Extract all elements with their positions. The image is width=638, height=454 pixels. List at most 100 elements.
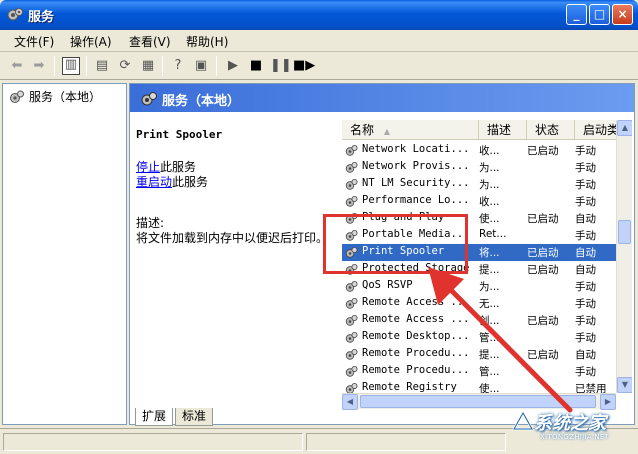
- table-row[interactable]: Network Provis... 为... 手动: [342, 159, 616, 176]
- watermark-text: 系统之家: [534, 413, 606, 434]
- services-gear-icon: [10, 90, 24, 103]
- restart-service-line: 重启动此服务: [136, 173, 208, 190]
- column-header-description[interactable]: 描述: [479, 120, 527, 140]
- scroll-down-icon[interactable]: ▼: [617, 377, 632, 393]
- restart-service-icon[interactable]: ■▶: [293, 57, 315, 75]
- watermark-emblem-icon: [511, 410, 535, 431]
- service-gear-icon: [345, 281, 358, 292]
- service-gear-icon: [345, 332, 358, 343]
- table-row[interactable]: NT LM Security... 为... 手动: [342, 176, 616, 193]
- column-header-label: 名称: [350, 123, 375, 137]
- menu-file[interactable]: 文件(F): [14, 33, 54, 50]
- refresh-icon[interactable]: ⟳: [116, 57, 134, 75]
- watermark-url: XITONGZHIJIA.NET: [540, 433, 610, 441]
- cell-status: 已启动: [527, 247, 559, 259]
- view-tabs: 扩展 标准: [129, 408, 429, 426]
- cell-startup-type: 手动: [575, 281, 596, 293]
- cell-description: 为...: [479, 179, 500, 191]
- restart-service-suffix: 此服务: [172, 175, 209, 189]
- menu-help[interactable]: 帮助(H): [186, 33, 228, 50]
- window-title: 服务: [28, 10, 55, 25]
- cell-startup-type: 手动: [575, 332, 596, 344]
- service-gear-icon: [345, 196, 358, 207]
- back-arrow-icon[interactable]: ⬅: [8, 57, 26, 75]
- tree-node-services-local[interactable]: 服务（本地）: [9, 88, 101, 105]
- service-gear-icon: [345, 179, 358, 190]
- cell-startup-type: 手动: [575, 179, 596, 191]
- stop-service-icon[interactable]: ■: [247, 57, 265, 75]
- cell-description: 收...: [479, 145, 500, 157]
- stop-service-suffix: 此服务: [160, 160, 197, 174]
- help-icon[interactable]: ?: [169, 57, 187, 75]
- menu-action[interactable]: 操作(A): [70, 33, 112, 50]
- service-gear-icon: [345, 145, 358, 156]
- cell-status: 已启动: [527, 145, 559, 157]
- watermark-logo: 系统之家 XITONGZHIJIA.NET: [510, 405, 638, 451]
- service-gear-icon: [345, 298, 358, 309]
- cell-status: 已启动: [527, 213, 559, 225]
- title-bar[interactable]: 服务 _ □ ×: [0, 0, 638, 30]
- status-cell: [3, 433, 303, 451]
- column-header-status[interactable]: 状态: [527, 120, 575, 140]
- cell-description: 收...: [479, 196, 500, 208]
- column-header-name[interactable]: 名称 ▲: [342, 120, 479, 140]
- restart-service-link[interactable]: 重启动: [136, 175, 172, 189]
- table-row[interactable]: Network Locati... 收... 已启动 手动: [342, 142, 616, 159]
- export-list-icon[interactable]: ▦: [139, 57, 157, 75]
- service-gear-icon: [345, 366, 358, 377]
- cell-startup-type: 手动: [575, 315, 596, 327]
- cell-startup-type: 手动: [575, 196, 596, 208]
- cell-startup-type: 手动: [575, 298, 596, 310]
- show-action-pane-icon[interactable]: ▣: [192, 57, 210, 75]
- description-pane: Print Spooler 停止此服务 重启动此服务 描述: 将文件加载到内存中…: [130, 112, 340, 412]
- cell-description: 为...: [479, 162, 500, 174]
- close-button[interactable]: ×: [612, 4, 633, 25]
- console-tree: 服务（本地）: [2, 83, 127, 425]
- cell-name: Network Provis...: [362, 160, 470, 172]
- cell-startup-type: 手动: [575, 230, 596, 242]
- cell-startup-type: 手动: [575, 145, 596, 157]
- sort-ascending-icon: ▲: [383, 127, 390, 136]
- tab-extended[interactable]: 扩展: [135, 408, 174, 426]
- cell-description: Ret...: [479, 228, 507, 240]
- service-gear-icon: [345, 315, 358, 326]
- toolbar: ⬅ ➡ ▥ ▤ ⟳ ▦ ? ▣ ▶ ■ ❚❚ ■▶: [0, 52, 638, 80]
- table-row[interactable]: Performance Lo... 收... 手动: [342, 193, 616, 210]
- cell-description: 使...: [479, 213, 500, 225]
- tree-node-label: 服务（本地）: [29, 90, 102, 104]
- cell-startup-type: 自动: [575, 213, 596, 225]
- annotation-arrow-icon: [428, 267, 573, 413]
- show-hide-tree-icon[interactable]: ▥: [62, 57, 80, 75]
- properties-icon[interactable]: ▤: [93, 57, 111, 75]
- services-gear-icon: [141, 92, 157, 106]
- cell-startup-type: 手动: [575, 162, 596, 174]
- vertical-scrollbar[interactable]: ▲ ▼: [616, 120, 632, 393]
- forward-arrow-icon[interactable]: ➡: [30, 57, 48, 75]
- pane-header-title: 服务（本地）: [162, 94, 241, 109]
- description-text: 将文件加载到内存中以便迟后打印。: [136, 231, 329, 245]
- pause-service-icon[interactable]: ❚❚: [270, 57, 292, 75]
- cell-name: Performance Lo...: [362, 194, 470, 206]
- stop-service-link[interactable]: 停止: [136, 160, 160, 174]
- cell-startup-type: 自动: [575, 349, 596, 361]
- cell-startup-type: 手动: [575, 366, 596, 378]
- start-service-icon[interactable]: ▶: [224, 57, 242, 75]
- cell-description: 将...: [479, 247, 500, 259]
- minimize-button[interactable]: _: [566, 4, 587, 25]
- cell-startup-type: 自动: [575, 264, 596, 276]
- service-gear-icon: [345, 349, 358, 360]
- cell-name: Network Locati...: [362, 143, 470, 155]
- cell-startup-type: 自动: [575, 247, 596, 259]
- vertical-scroll-thumb[interactable]: [618, 220, 631, 244]
- tab-standard[interactable]: 标准: [175, 408, 214, 426]
- menu-bar: 文件(F) 操作(A) 查看(V) 帮助(H): [0, 30, 638, 52]
- service-gear-icon: [345, 162, 358, 173]
- status-cell: [306, 433, 506, 451]
- selected-service-name: Print Spooler: [136, 128, 223, 141]
- services-gear-icon: [7, 8, 23, 21]
- maximize-button[interactable]: □: [589, 4, 610, 25]
- cell-name: NT LM Security...: [362, 177, 470, 189]
- scroll-up-icon[interactable]: ▲: [617, 120, 632, 136]
- pane-header: 服务（本地）: [130, 84, 634, 112]
- menu-view[interactable]: 查看(V): [129, 33, 171, 50]
